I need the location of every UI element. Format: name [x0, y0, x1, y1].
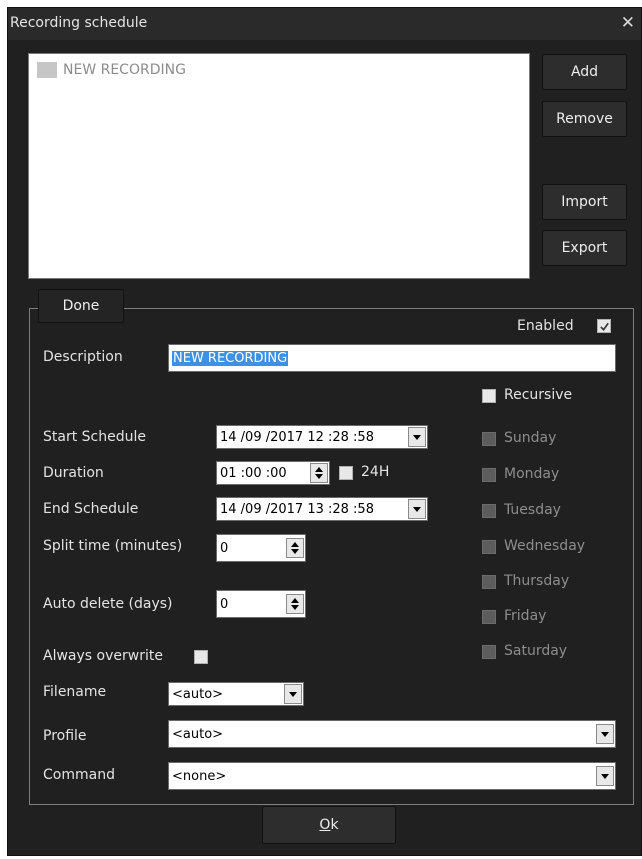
description-value: NEW RECORDING	[172, 350, 289, 366]
command-label: Command	[43, 767, 115, 783]
spin-arrows-icon[interactable]	[286, 594, 304, 614]
duration-label: Duration	[43, 465, 104, 481]
always-overwrite-checkbox[interactable]	[194, 650, 208, 664]
spin-arrows-icon[interactable]	[310, 463, 328, 483]
day-label-tuesday: Tuesday	[504, 502, 561, 518]
chevron-down-icon[interactable]	[596, 766, 614, 786]
description-label: Description	[43, 349, 123, 365]
list-item-label: NEW RECORDING	[63, 62, 186, 78]
enabled-label: Enabled	[517, 318, 574, 334]
done-button[interactable]: Done	[38, 289, 124, 323]
start-schedule-value: 14 /09 /2017 12 :28 :58	[220, 429, 374, 445]
remove-button[interactable]: Remove	[542, 101, 627, 137]
24h-checkbox[interactable]	[339, 466, 353, 480]
day-checkbox-sunday[interactable]	[482, 432, 496, 446]
add-button[interactable]: Add	[542, 54, 627, 90]
end-schedule-value: 14 /09 /2017 13 :28 :58	[220, 501, 374, 517]
day-label-friday: Friday	[504, 608, 547, 624]
recording-color-swatch	[37, 62, 57, 78]
end-schedule-label: End Schedule	[43, 501, 139, 517]
profile-label: Profile	[43, 728, 87, 744]
duration-stepper[interactable]: 01 :00 :00	[216, 461, 330, 485]
day-checkbox-friday[interactable]	[482, 610, 496, 624]
24h-label: 24H	[361, 464, 390, 480]
duration-value: 01 :00 :00	[220, 465, 287, 481]
recording-schedule-window: Recording schedule ✕ NEW RECORDING Add R…	[7, 7, 642, 856]
ok-mnemonic: O	[319, 817, 331, 833]
always-overwrite-label: Always overwrite	[43, 648, 163, 664]
filename-label: Filename	[43, 684, 107, 700]
split-time-label: Split time (minutes)	[43, 538, 183, 554]
command-value: <none>	[172, 768, 227, 784]
filename-value: <auto>	[172, 686, 224, 702]
spin-arrows-icon[interactable]	[286, 538, 304, 558]
day-checkbox-wednesday[interactable]	[482, 540, 496, 554]
list-item[interactable]: NEW RECORDING	[37, 62, 186, 78]
start-schedule-label: Start Schedule	[43, 429, 146, 445]
title-bar: Recording schedule ✕	[8, 8, 641, 40]
day-checkbox-monday[interactable]	[482, 468, 496, 482]
day-label-saturday: Saturday	[504, 643, 568, 659]
ok-button[interactable]: Ok	[262, 806, 396, 844]
recursive-checkbox[interactable]	[482, 389, 496, 403]
split-time-value: 0	[220, 540, 229, 556]
chevron-down-icon[interactable]	[408, 427, 426, 447]
enabled-checkbox[interactable]	[597, 319, 611, 333]
profile-value: <auto>	[172, 726, 224, 742]
auto-delete-value: 0	[220, 596, 229, 612]
profile-dropdown[interactable]: <auto>	[168, 720, 616, 748]
import-button[interactable]: Import	[542, 184, 627, 220]
day-checkbox-thursday[interactable]	[482, 575, 496, 589]
checkmark-icon	[599, 322, 609, 331]
day-label-thursday: Thursday	[504, 573, 570, 589]
end-schedule-picker[interactable]: 14 /09 /2017 13 :28 :58	[216, 497, 428, 521]
day-label-wednesday: Wednesday	[504, 538, 586, 554]
start-schedule-picker[interactable]: 14 /09 /2017 12 :28 :58	[216, 425, 428, 449]
auto-delete-stepper[interactable]: 0	[216, 590, 306, 618]
day-label-sunday: Sunday	[504, 430, 557, 446]
day-checkbox-saturday[interactable]	[482, 645, 496, 659]
export-button[interactable]: Export	[542, 230, 627, 266]
close-icon[interactable]: ✕	[621, 13, 635, 33]
chevron-down-icon[interactable]	[284, 684, 302, 704]
ok-label-rest: k	[330, 817, 339, 833]
filename-dropdown[interactable]: <auto>	[168, 682, 304, 706]
recordings-list[interactable]: NEW RECORDING	[28, 53, 530, 279]
chevron-down-icon[interactable]	[408, 499, 426, 519]
chevron-down-icon[interactable]	[596, 724, 614, 744]
auto-delete-label: Auto delete (days)	[43, 596, 173, 612]
day-checkbox-tuesday[interactable]	[482, 504, 496, 518]
window-title: Recording schedule	[10, 15, 148, 31]
command-dropdown[interactable]: <none>	[168, 762, 616, 790]
split-time-stepper[interactable]: 0	[216, 534, 306, 562]
description-input[interactable]: NEW RECORDING	[168, 344, 616, 372]
day-label-monday: Monday	[504, 466, 560, 482]
recursive-label: Recursive	[504, 387, 573, 403]
